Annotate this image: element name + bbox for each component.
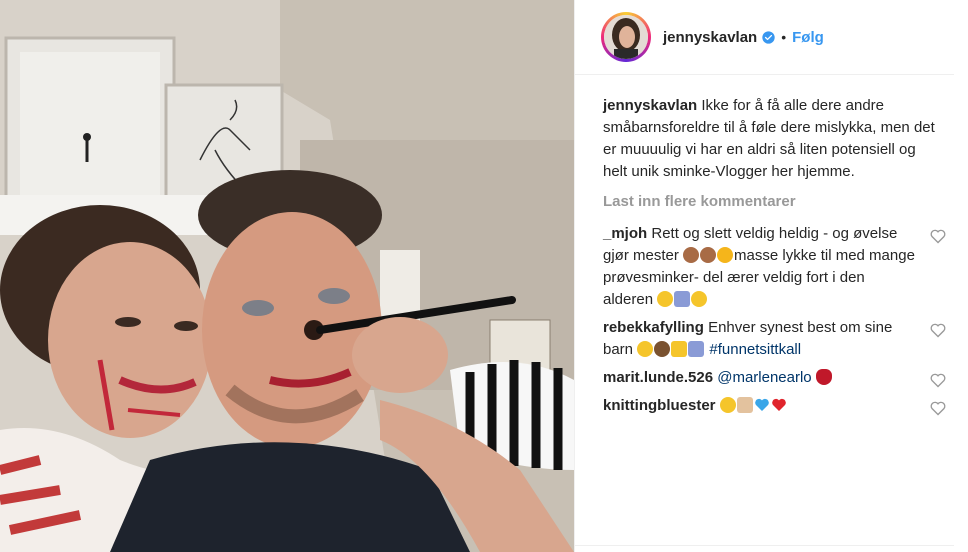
comment-item: knittingbluester (603, 395, 946, 417)
like-comment-heart-icon[interactable] (930, 401, 946, 416)
laughing-emoji-icon (719, 397, 736, 413)
comment-hashtag[interactable]: #funnetsittkall (709, 341, 801, 358)
wink-emoji-icon (657, 291, 674, 307)
comment-mention[interactable]: @marlenearlo (717, 369, 811, 386)
grin-emoji-icon (691, 291, 708, 307)
follow-button[interactable]: Følg (792, 29, 824, 46)
post-side-panel: jennyskavlan • Følg jennyskavlan Ikke fo… (574, 0, 968, 552)
rose-emoji-icon (815, 369, 832, 385)
post-caption: jennyskavlan Ikke for å få alle dere and… (603, 95, 938, 183)
comment-username[interactable]: _mjoh (603, 225, 647, 242)
header-separator: • (781, 29, 787, 45)
avatar-image (604, 15, 648, 59)
comment-username[interactable]: knittingbluester (603, 397, 716, 414)
divider (575, 545, 954, 546)
comment-username[interactable]: rebekkafylling (603, 319, 704, 336)
red-heart-icon (771, 398, 786, 411)
kiss-emoji-icon (717, 247, 734, 263)
comment-username[interactable]: marit.lunde.526 (603, 369, 713, 386)
pray-emoji-icon (688, 341, 705, 357)
like-comment-heart-icon[interactable] (930, 323, 946, 338)
header-username[interactable]: jennyskavlan (663, 29, 757, 46)
load-more-comments-button[interactable]: Last inn flere kommentarer (603, 191, 938, 213)
caption-username[interactable]: jennyskavlan (603, 97, 697, 114)
thumbs-up-emoji-icon (671, 341, 688, 357)
instagram-post: jennyskavlan • Følg jennyskavlan Ikke fo… (0, 0, 968, 552)
comment-item: marit.lunde.526 @marlenearlo (603, 367, 946, 389)
like-comment-heart-icon[interactable] (930, 373, 946, 388)
clap-emoji-icon (683, 247, 700, 263)
comment-item: _mjoh Rett og slett veldig heldig - og ø… (603, 223, 946, 311)
verified-badge-icon (762, 30, 775, 44)
blue-heart-icon (754, 398, 769, 411)
monkey-emoji-icon (654, 341, 671, 357)
avatar[interactable] (601, 12, 651, 62)
clap-emoji-icon (700, 247, 717, 263)
comments-section: jennyskavlan Ikke for å få alle dere and… (575, 75, 968, 417)
laughing-emoji-icon (637, 341, 654, 357)
like-comment-heart-icon[interactable] (930, 229, 946, 244)
pray-emoji-icon (674, 291, 691, 307)
post-header: jennyskavlan • Følg (575, 0, 954, 75)
post-photo[interactable] (0, 0, 574, 552)
comment-item: rebekkafylling Enhver synest best om sin… (603, 317, 946, 361)
ok-hand-emoji-icon (736, 397, 753, 413)
selfie-image (0, 0, 574, 552)
